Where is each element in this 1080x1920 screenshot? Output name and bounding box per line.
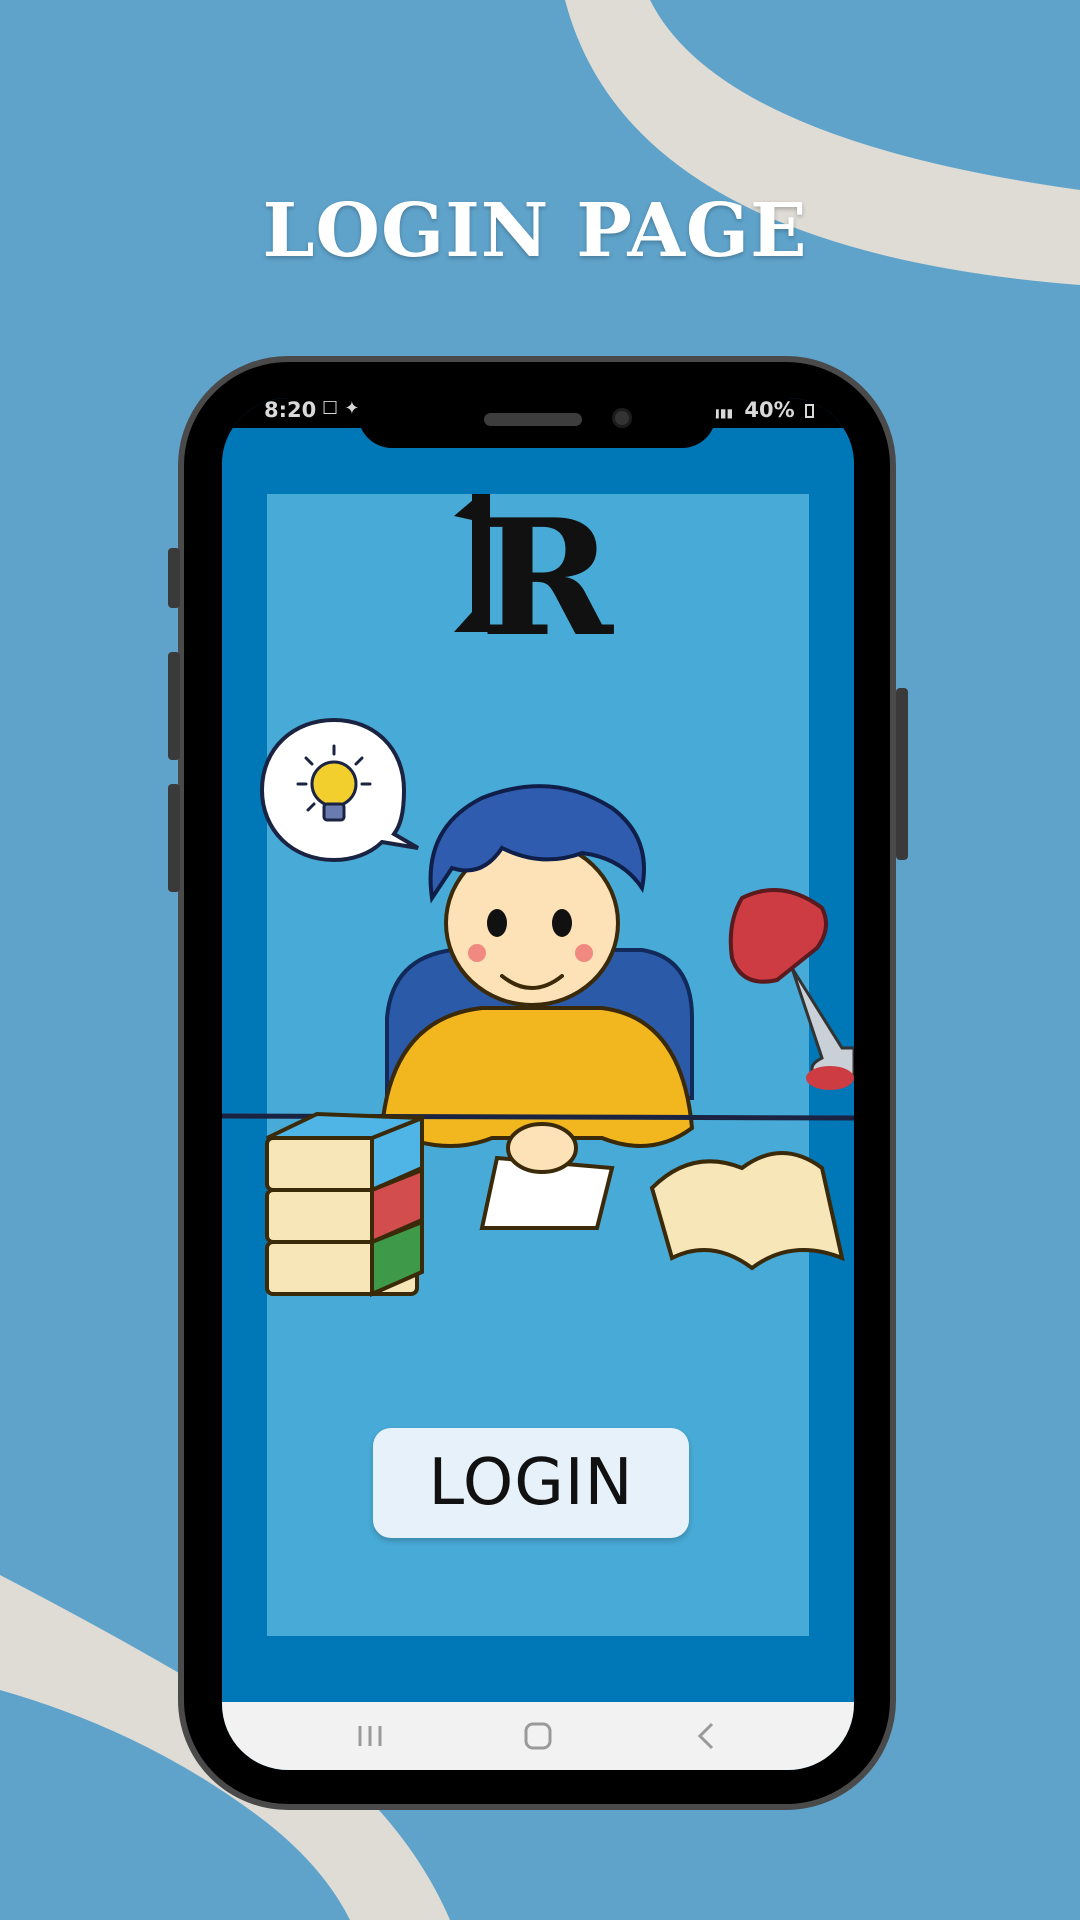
recents-icon[interactable] bbox=[346, 1716, 394, 1756]
signal-icon: ▮▮▮ bbox=[713, 406, 734, 420]
power-button bbox=[896, 688, 908, 860]
status-time: 8:20 bbox=[264, 398, 317, 422]
navigation-bar bbox=[222, 1702, 854, 1770]
front-camera bbox=[612, 408, 632, 428]
camera-notch bbox=[358, 398, 716, 448]
volume-button-down bbox=[168, 784, 180, 892]
volume-button-up bbox=[168, 652, 180, 760]
battery-percent: 40% bbox=[744, 398, 795, 422]
back-icon[interactable] bbox=[682, 1716, 730, 1756]
login-button[interactable]: LOGIN bbox=[373, 1428, 689, 1538]
battery-icon bbox=[805, 404, 814, 418]
home-icon[interactable] bbox=[514, 1716, 562, 1756]
page-title: LOGIN PAGE bbox=[262, 188, 808, 274]
books-stack-icon bbox=[265, 1111, 424, 1298]
student-illustration bbox=[222, 718, 854, 1298]
logo-letter: R bbox=[480, 494, 614, 664]
phone-screen: 8:20 ☐ ✦ ▮▮▮ 40% R LOGIN bbox=[222, 398, 854, 1770]
speaker-grille bbox=[484, 413, 582, 426]
status-notification-icons: ☐ ✦ bbox=[322, 398, 360, 419]
desk-lamp-icon bbox=[728, 888, 854, 1090]
status-battery: ▮▮▮ 40% bbox=[713, 398, 814, 422]
idea-bubble-icon bbox=[259, 718, 420, 863]
app-logo: R bbox=[454, 494, 614, 664]
volume-button-top bbox=[168, 548, 180, 608]
